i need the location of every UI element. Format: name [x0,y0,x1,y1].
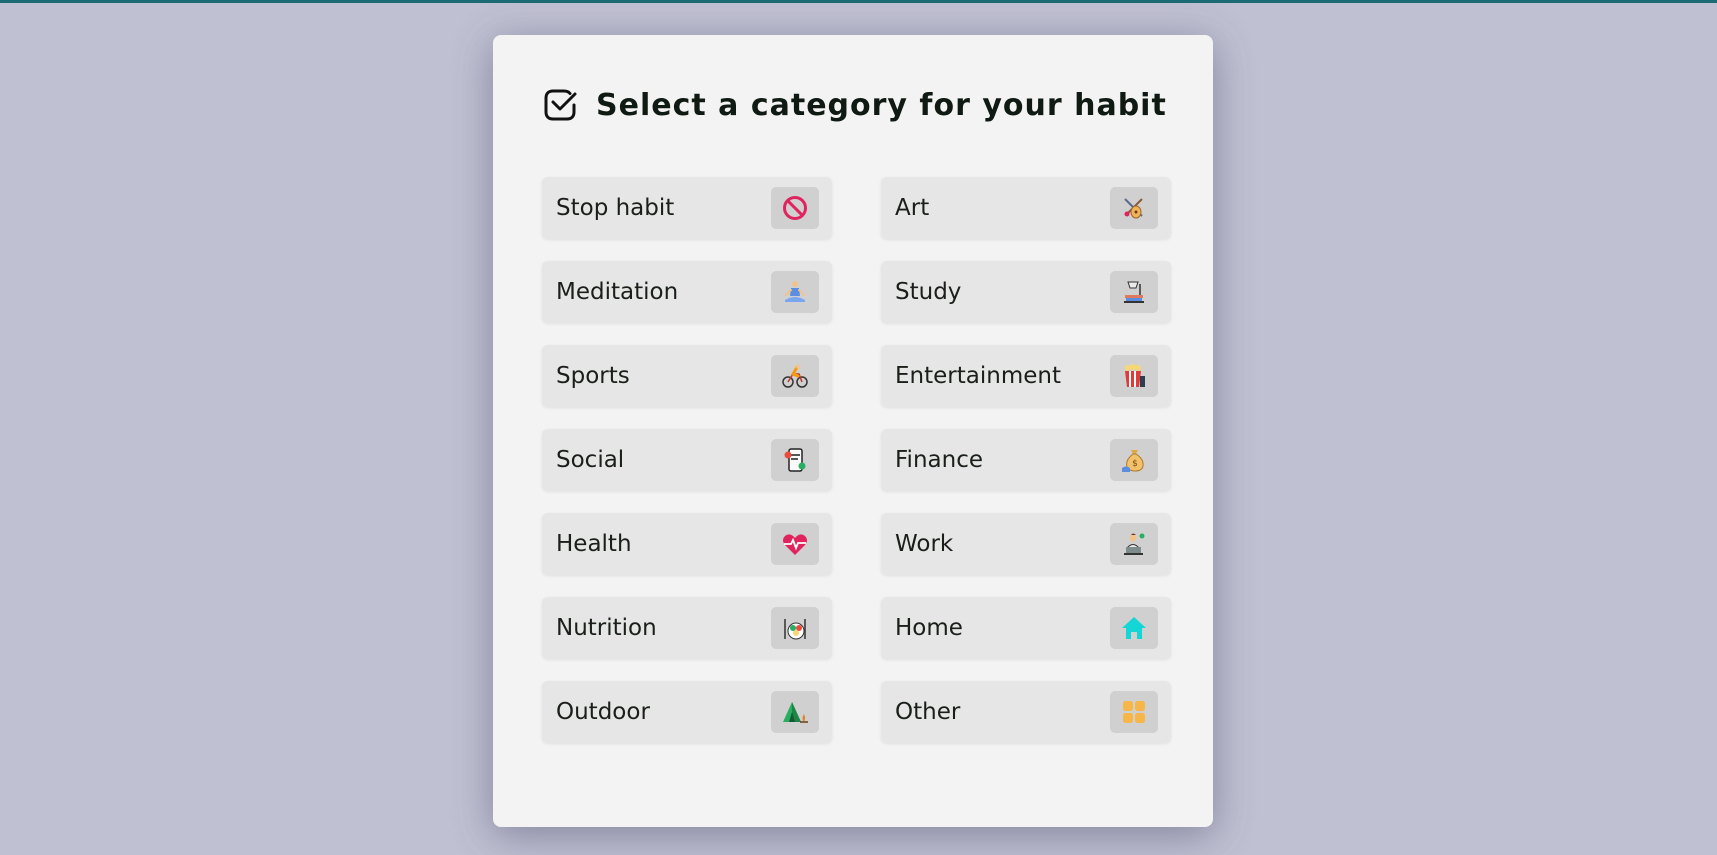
social-phone-icon [771,439,819,481]
category-stop-habit[interactable]: Stop habit [542,177,832,239]
art-icon [1110,187,1158,229]
grid-squares-icon [1110,691,1158,733]
category-social[interactable]: Social [542,429,832,491]
category-nutrition[interactable]: Nutrition [542,597,832,659]
category-dialog: Select a category for your habit Stop ha… [493,35,1213,827]
meditation-icon [771,271,819,313]
laptop-worker-icon [1110,523,1158,565]
category-entertainment[interactable]: Entertainment [881,345,1171,407]
category-label: Study [895,279,962,305]
salad-icon [771,607,819,649]
category-label: Other [895,699,961,725]
category-label: Meditation [556,279,679,305]
category-label: Entertainment [895,363,1061,389]
cyclist-icon [771,355,819,397]
category-label: Nutrition [556,615,657,641]
category-label: Social [556,447,625,473]
tent-icon [771,691,819,733]
house-icon [1110,607,1158,649]
category-home[interactable]: Home [881,597,1171,659]
category-label: Home [895,615,963,641]
category-label: Art [895,195,930,221]
category-sports[interactable]: Sports [542,345,832,407]
category-label: Finance [895,447,983,473]
money-bag-icon: $ [1110,439,1158,481]
checkbox-check-icon [544,89,577,121]
popcorn-icon [1110,355,1158,397]
category-grid: Stop habit Art Meditation Study Sports E… [542,177,1171,743]
category-label: Outdoor [556,699,650,725]
heartbeat-icon [771,523,819,565]
category-study[interactable]: Study [881,261,1171,323]
category-other[interactable]: Other [881,681,1171,743]
category-label: Stop habit [556,195,675,221]
category-finance[interactable]: Finance $ [881,429,1171,491]
category-label: Work [895,531,954,557]
dialog-header: Select a category for your habit [542,85,1167,125]
svg-text:$: $ [1132,459,1138,469]
category-meditation[interactable]: Meditation [542,261,832,323]
category-art[interactable]: Art [881,177,1171,239]
top-accent-bar [0,0,1717,3]
category-outdoor[interactable]: Outdoor [542,681,832,743]
dialog-title: Select a category for your habit [596,87,1167,123]
category-work[interactable]: Work [881,513,1171,575]
study-icon [1110,271,1158,313]
category-label: Sports [556,363,630,389]
category-label: Health [556,531,632,557]
no-entry-icon [771,187,819,229]
category-health[interactable]: Health [542,513,832,575]
